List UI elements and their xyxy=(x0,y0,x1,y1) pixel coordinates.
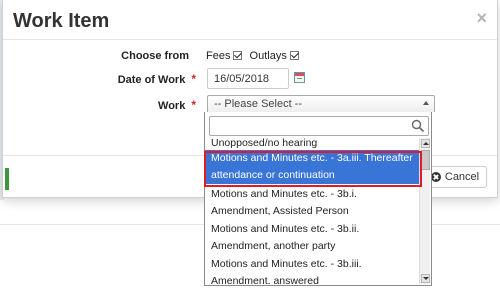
dropdown-search xyxy=(209,116,429,136)
date-of-work-label-text: Date of Work xyxy=(117,74,186,86)
dropdown-options-list: Unopposed/no hearing Motions and Minutes… xyxy=(205,138,431,284)
choose-from-label: Choose from xyxy=(121,50,189,62)
outlays-label: Outlays xyxy=(249,50,287,62)
scroll-up-icon[interactable] xyxy=(421,139,430,148)
choose-from-options: Fees Outlays xyxy=(206,50,303,62)
list-item-highlighted[interactable]: Motions and Minutes etc. - 3a.iii. There… xyxy=(205,150,419,184)
chevron-up-icon xyxy=(423,101,429,105)
list-item[interactable]: Motions and Minutes etc. - 3b.iii. Amend… xyxy=(205,256,419,284)
work-dropdown: Unopposed/no hearing Motions and Minutes… xyxy=(204,112,432,286)
fees-label: Fees xyxy=(206,50,231,62)
required-marker: * xyxy=(191,98,196,112)
outlays-checkbox[interactable] xyxy=(289,51,299,60)
list-item[interactable]: Unopposed/no hearing xyxy=(205,138,419,148)
work-select[interactable]: -- Please Select -- xyxy=(207,95,435,112)
scrollbar-thumb[interactable] xyxy=(421,150,430,170)
work-label-text: Work xyxy=(158,100,186,112)
close-icon[interactable]: × xyxy=(476,9,487,27)
dropdown-scrollbar[interactable] xyxy=(419,138,430,284)
date-of-work-input[interactable] xyxy=(207,68,289,89)
calendar-icon[interactable] xyxy=(294,72,305,83)
dialog-title: Work Item xyxy=(13,10,110,32)
required-marker: * xyxy=(191,72,196,86)
dropdown-search-input[interactable] xyxy=(209,116,429,136)
list-item[interactable]: Motions and Minutes etc. - 3b.i. Amendme… xyxy=(205,186,419,220)
date-of-work-label: Date of Work * xyxy=(118,72,196,86)
search-icon xyxy=(411,119,425,133)
work-label: Work * xyxy=(158,98,196,112)
list-item[interactable]: Motions and Minutes etc. - 3b.ii. Amendm… xyxy=(205,221,419,255)
scroll-down-icon[interactable] xyxy=(421,274,430,283)
cancel-icon xyxy=(430,172,441,182)
dialog-header: Work Item × xyxy=(3,0,497,40)
work-select-value: -- Please Select -- xyxy=(214,98,303,110)
cancel-label: Cancel xyxy=(444,171,480,183)
save-button-edge[interactable] xyxy=(5,168,9,190)
fees-checkbox[interactable] xyxy=(233,51,243,60)
cancel-button[interactable]: Cancel xyxy=(423,166,487,188)
